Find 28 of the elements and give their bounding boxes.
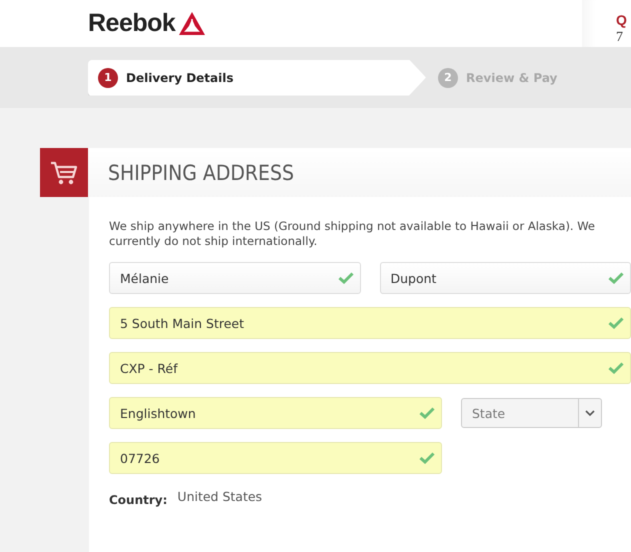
input-field[interactable]: Mélanie (109, 262, 360, 294)
section-title: SHIPPING ADDRESS (108, 160, 294, 184)
checkmark-icon (608, 362, 624, 374)
input-field[interactable]: 5 South Main Street (109, 307, 631, 339)
input-field[interactable]: Englishtown (109, 397, 442, 429)
state-dropdown[interactable]: State (461, 398, 602, 428)
country-value: United States (177, 489, 262, 504)
caret-icon (585, 410, 595, 416)
step-label: Delivery Details (126, 70, 234, 84)
checkmark-icon (419, 407, 435, 419)
cart-icon (50, 160, 78, 186)
side-text: 7 (616, 30, 624, 46)
checkmark-icon (419, 452, 435, 464)
shipping-note: We ship anywhere in the US (Ground shipping not available to Hawaii or Alaska). We currently do not ship internationally. (109, 219, 596, 249)
step-number: 2 (438, 68, 458, 88)
input-field[interactable]: Dupont (380, 262, 631, 294)
input-field[interactable]: 07726 (109, 442, 442, 474)
checkmark-icon (608, 317, 624, 329)
country-label: Country: (109, 493, 168, 507)
triangle-logo-icon (179, 12, 206, 35)
checkmark-icon (338, 272, 354, 284)
input-field[interactable]: CXP - Réf (109, 352, 631, 384)
step-label: Review & Pay (466, 70, 558, 84)
checkout-step[interactable]: 1 Delivery Details (88, 60, 426, 96)
logo-text[interactable]: Reebok (88, 9, 176, 38)
side-text: Q (616, 12, 628, 28)
checkmark-icon (608, 272, 624, 284)
step-number: 1 (98, 68, 118, 88)
